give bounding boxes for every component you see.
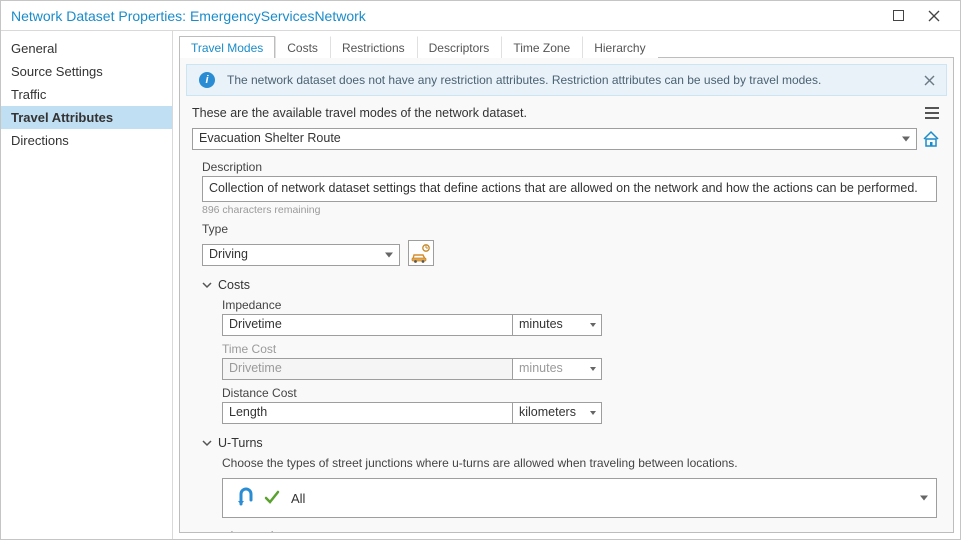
close-button[interactable] (916, 5, 952, 27)
tab-time-zone[interactable]: Time Zone (501, 36, 582, 58)
advanced-expander[interactable]: Advanced (202, 530, 937, 533)
tab-costs[interactable]: Costs (275, 36, 330, 58)
uturns-description: Choose the types of street junctions whe… (222, 456, 937, 470)
hamburger-menu-icon[interactable] (923, 104, 941, 122)
distance-cost-unit-select[interactable]: kilometers (512, 402, 602, 424)
time-cost-label: Time Cost (222, 342, 602, 356)
nav-item-general[interactable]: General (1, 37, 172, 60)
chevron-down-icon (202, 280, 212, 290)
tab-travel-modes[interactable]: Travel Modes (179, 36, 275, 58)
info-icon: i (199, 72, 215, 88)
uturns-value: All (291, 491, 305, 506)
title-bar: Network Dataset Properties: EmergencySer… (1, 1, 960, 31)
costs-expander[interactable]: Costs (202, 278, 937, 292)
description-label: Description (202, 160, 937, 174)
travel-mode-select[interactable]: Evacuation Shelter Route (192, 128, 917, 150)
info-banner: i The network dataset does not have any … (186, 64, 947, 96)
tab-restrictions[interactable]: Restrictions (330, 36, 417, 58)
time-cost-unit-select: minutes (512, 358, 602, 380)
impedance-label: Impedance (222, 298, 602, 312)
info-banner-text: The network dataset does not have any re… (227, 73, 821, 87)
tab-content: i The network dataset does not have any … (179, 57, 954, 533)
time-cost-select: Drivetime (222, 358, 513, 380)
impedance-select[interactable]: Drivetime (222, 314, 513, 336)
advanced-title: Advanced (218, 530, 274, 533)
description-input[interactable]: Collection of network dataset settings t… (202, 176, 937, 202)
type-select[interactable]: Driving (202, 244, 400, 266)
check-icon (263, 488, 281, 509)
default-home-icon[interactable] (921, 129, 941, 149)
costs-title: Costs (218, 278, 250, 292)
close-banner-button[interactable] (920, 71, 938, 89)
uturns-select[interactable]: All (222, 478, 937, 518)
travel-modes-intro: These are the available travel modes of … (192, 106, 527, 120)
nav-item-traffic[interactable]: Traffic (1, 83, 172, 106)
window-title: Network Dataset Properties: EmergencySer… (11, 8, 366, 24)
travel-mode-value: Evacuation Shelter Route (199, 131, 341, 145)
maximize-button[interactable] (880, 5, 916, 27)
tab-row: Travel Modes Costs Restrictions Descript… (173, 31, 960, 57)
nav-item-travel-attributes[interactable]: Travel Attributes (1, 106, 172, 129)
impedance-unit-select[interactable]: minutes (512, 314, 602, 336)
uturns-title: U-Turns (218, 436, 263, 450)
distance-cost-label: Distance Cost (222, 386, 602, 400)
uturns-expander[interactable]: U-Turns (202, 436, 937, 450)
left-nav: General Source Settings Traffic Travel A… (1, 31, 173, 539)
description-hint: 896 characters remaining (202, 204, 937, 216)
chevron-down-icon (202, 438, 212, 448)
chevron-right-icon (202, 532, 212, 533)
type-label: Type (202, 222, 937, 236)
nav-item-source-settings[interactable]: Source Settings (1, 60, 172, 83)
distance-cost-select[interactable]: Length (222, 402, 513, 424)
nav-item-directions[interactable]: Directions (1, 129, 172, 152)
tab-hierarchy[interactable]: Hierarchy (582, 36, 657, 58)
uturn-icon (233, 484, 259, 513)
tab-descriptors[interactable]: Descriptors (417, 36, 502, 58)
type-driving-icon (408, 240, 434, 266)
